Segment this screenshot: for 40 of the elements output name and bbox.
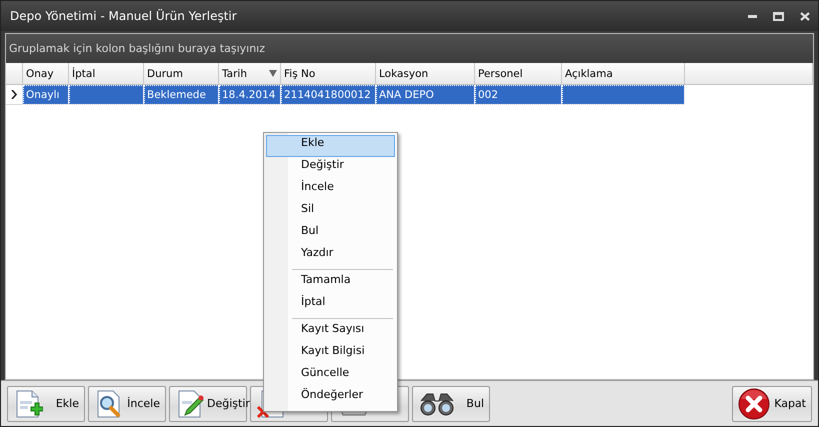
column-header[interactable]: Fiş No xyxy=(281,63,376,85)
close-icon[interactable] xyxy=(800,12,810,20)
table-cell: 18.4.2014 xyxy=(219,85,281,105)
table-cell: Onaylı xyxy=(23,85,69,105)
table-cell: 002 xyxy=(475,85,562,105)
menu-item[interactable]: Değiştir xyxy=(266,157,395,179)
maximize-icon[interactable] xyxy=(773,12,784,20)
menu-item[interactable]: İncele xyxy=(266,179,395,201)
add-button[interactable]: Ekle xyxy=(7,386,85,422)
table-cell: Beklemede xyxy=(144,85,219,105)
menu-item[interactable]: Kayıt Sayısı xyxy=(266,321,395,343)
column-header[interactable]: Lokasyon xyxy=(376,63,475,85)
column-header[interactable]: Personel xyxy=(475,63,562,85)
column-header[interactable]: Açıklama xyxy=(562,63,685,85)
close-button[interactable]: Kapat xyxy=(732,386,812,422)
menu-item[interactable]: Tamamla xyxy=(266,272,395,294)
indicator-header xyxy=(6,63,23,85)
minimize-icon[interactable] xyxy=(748,14,757,18)
view-button[interactable]: İncele xyxy=(88,386,166,422)
group-hint: Gruplamak için kolon başlığını buraya taşıyınız xyxy=(9,42,266,55)
menu-item[interactable]: Güncelle xyxy=(266,365,395,387)
binoculars-icon xyxy=(418,390,456,416)
table-cell: ANA DEPO xyxy=(376,85,475,105)
menu-item[interactable]: İptal xyxy=(266,294,395,316)
find-button[interactable]: Bul xyxy=(412,386,490,422)
menu-item[interactable]: Kayıt Bilgisi xyxy=(266,343,395,365)
menu-item[interactable]: Öndeğerler xyxy=(266,387,395,409)
column-header[interactable]: Tarih xyxy=(219,63,281,85)
table-row[interactable]: Onaylı Beklemede 18.4.2014 2114041800012 ANA DEPO 002 xyxy=(6,85,813,105)
column-header[interactable]: Onay xyxy=(23,63,69,85)
column-header[interactable]: İptal xyxy=(69,63,144,85)
column-header[interactable]: Durum xyxy=(144,63,219,85)
menu-item[interactable]: Yazdır xyxy=(266,245,395,267)
menu-item[interactable]: Sil xyxy=(266,201,395,223)
table-cell: 2114041800012 xyxy=(281,85,376,105)
menu-item[interactable]: Bul xyxy=(266,223,395,245)
menu-item[interactable]: Ekle xyxy=(266,135,395,157)
row-indicator-icon xyxy=(11,90,17,99)
window-title: Depo Yönetimi - Manuel Ürün Yerleştir xyxy=(10,9,237,23)
close-icon xyxy=(738,388,770,420)
